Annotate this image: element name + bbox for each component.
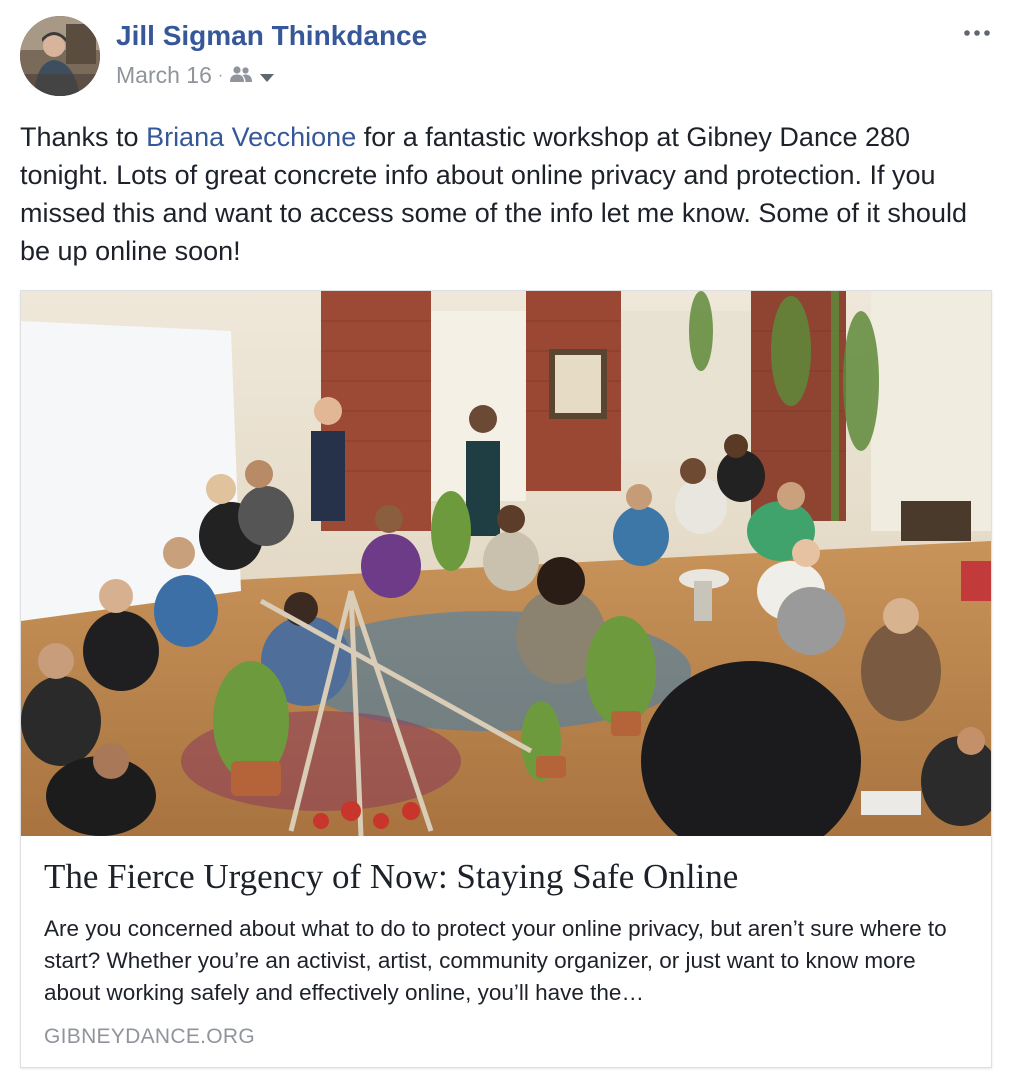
more-horizontal-icon — [963, 24, 991, 42]
author-name[interactable]: Jill Sigman Thinkdance — [116, 20, 427, 52]
post-date[interactable]: March 16 — [116, 62, 212, 89]
post-message: Thanks to Briana Vecchione for a fantast… — [20, 118, 992, 270]
workshop-photo — [21, 291, 991, 836]
audience-selector[interactable] — [229, 62, 275, 89]
author-avatar[interactable] — [20, 16, 100, 96]
link-description: Are you concerned about what to do to pr… — [44, 916, 947, 1005]
link-preview-image[interactable] — [21, 291, 991, 836]
link-domain: GIBNEYDANCE.ORG — [44, 1025, 256, 1048]
facebook-post: Jill Sigman Thinkdance March 16 · Thanks… — [0, 0, 1012, 1084]
friends-icon — [229, 62, 253, 89]
link-title[interactable]: The Fierce Urgency of Now: Staying Safe … — [44, 857, 964, 897]
mention-link[interactable]: Briana Vecchione — [146, 122, 356, 152]
post-meta: March 16 · — [116, 62, 275, 89]
link-preview-card[interactable]: The Fierce Urgency of Now: Staying Safe … — [20, 290, 992, 1068]
meta-separator: · — [217, 66, 224, 84]
caret-down-icon — [259, 62, 275, 89]
avatar-photo — [20, 16, 100, 96]
post-options-button[interactable] — [960, 18, 994, 48]
post-text-start: Thanks to — [20, 122, 147, 152]
